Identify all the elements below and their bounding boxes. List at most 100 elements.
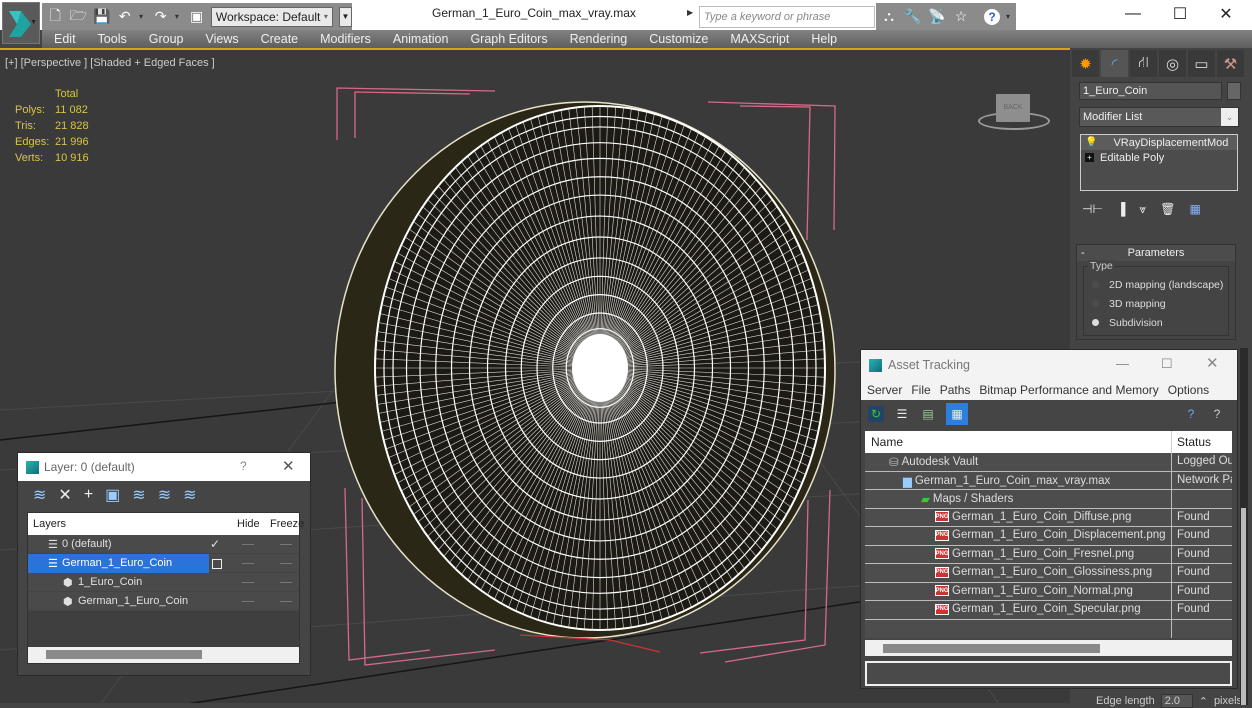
asset-row[interactable]: PNG German_1_Euro_Coin_Normal.png Found [865,582,1232,601]
key-icon[interactable]: 🔧 [904,8,922,26]
minimize-button[interactable]: — [1110,0,1156,28]
menu-maxscript[interactable]: MAXScript [730,32,789,46]
hide-toggle[interactable] [242,582,254,583]
hide-toggle[interactable] [242,544,254,545]
stack-item-vray-displacement[interactable]: 💡 VRayDisplacementMod [1081,135,1237,150]
stack-item-editable-poly[interactable]: + Editable Poly [1081,150,1237,165]
redo-dropdown-icon[interactable]: ▾ [175,12,182,21]
highlight-layer-icon[interactable]: ≋ [132,485,145,505]
horizontal-scrollbar[interactable] [865,640,1232,656]
tree-view-icon[interactable]: ▤ [920,406,936,422]
open-folder-icon[interactable]: 🗁 [70,7,87,26]
app-menu-button[interactable]: ▼ [2,2,40,44]
menu-views[interactable]: Views [205,32,238,46]
viewcube[interactable]: BACK [978,90,1050,130]
column-name[interactable]: Name [871,435,903,449]
list-view-icon[interactable]: ☰ [894,406,910,422]
undo-dropdown-icon[interactable]: ▾ [139,12,146,21]
star-icon[interactable]: ☆ [952,8,970,26]
menu-create[interactable]: Create [261,32,299,46]
menu-options[interactable]: Options [1168,383,1209,397]
command-panel-scrollbar[interactable] [1240,348,1248,705]
column-status[interactable]: Status [1177,435,1211,449]
new-file-icon[interactable]: 🗋 [47,7,64,26]
maximize-button[interactable]: ☐ [1161,356,1173,372]
current-layer-checkbox[interactable] [212,559,222,569]
tab-create[interactable]: ✹ [1072,50,1099,77]
tab-motion[interactable]: ◎ [1159,50,1186,77]
radio-subdivision[interactable]: Subdivision [1084,313,1228,332]
delete-layer-icon[interactable]: ✕ [58,485,71,505]
asset-row[interactable]: PNG German_1_Euro_Coin_Displacement.png Fo… [865,527,1232,546]
context-help-icon[interactable]: ? [1209,406,1225,422]
search-input[interactable]: Type a keyword or phrase [699,6,875,28]
object-row[interactable]: ⬢ German_1_Euro_Coin [28,592,299,611]
radio-3d-mapping[interactable]: 3D mapping [1084,294,1228,313]
table-view-icon[interactable]: ▦ [946,403,968,425]
parameters-rollout-header[interactable]: - Parameters [1077,245,1235,261]
minimize-button[interactable]: — [1116,356,1129,371]
project-folder-icon[interactable]: ▣ [188,8,205,26]
modifier-list-dropdown[interactable]: Modifier List ⌄ [1079,107,1239,127]
undo-icon[interactable]: ↶ [116,8,133,26]
qat-customize-button[interactable]: ▼ [338,6,352,27]
show-end-result-icon[interactable]: ▐ [1117,202,1126,216]
close-button[interactable]: ✕ [1203,0,1249,28]
expand-plus-icon[interactable]: + [1085,153,1094,162]
viewcube-face[interactable]: BACK [996,94,1030,122]
menu-file[interactable]: File [911,383,930,397]
tab-modify[interactable]: ◜ [1101,50,1128,77]
object-row[interactable]: ⬢ 1_Euro_Coin [28,573,299,592]
freeze-toggle[interactable] [280,563,292,564]
object-color-swatch[interactable] [1227,82,1241,100]
close-button[interactable]: ✕ [282,457,295,475]
spinner-icon[interactable]: ⌃ [1199,695,1208,708]
column-hide[interactable]: Hide [237,518,260,530]
menu-paths[interactable]: Paths [940,383,971,397]
menu-group[interactable]: Group [149,32,184,46]
scrollbar-thumb[interactable] [46,650,202,659]
layer-row-selected[interactable]: ☰ German_1_Euro_Coin [28,554,299,573]
asset-row[interactable]: PNG German_1_Euro_Coin_Diffuse.png Found [865,508,1232,527]
close-button[interactable]: ✕ [1206,354,1219,372]
asset-row[interactable]: PNG German_1_Euro_Coin_Fresnel.png Found [865,545,1232,564]
workspace-select[interactable]: Workspace: Default ▾ [210,6,333,27]
freeze-toggle[interactable] [280,601,292,602]
menu-bitmap-performance[interactable]: Bitmap Performance and Memory [979,383,1158,397]
menu-help[interactable]: Help [811,32,837,46]
binoculars-icon[interactable]: ⛬ [880,8,898,26]
asset-row[interactable]: PNG German_1_Euro_Coin_Specular.png Found [865,601,1232,620]
hide-toggle[interactable] [242,601,254,602]
menu-server[interactable]: Server [867,383,902,397]
menu-modifiers[interactable]: Modifiers [320,32,371,46]
edge-length-input[interactable]: 2.0 [1160,694,1193,708]
redo-icon[interactable]: ↷ [152,8,169,26]
menu-customize[interactable]: Customize [649,32,708,46]
tab-utilities[interactable]: ⚒ [1217,50,1244,77]
pin-stack-icon[interactable]: ⊣⊢ [1082,202,1103,216]
menu-tools[interactable]: Tools [98,32,127,46]
asset-row[interactable]: ▆ German_1_Euro_Coin_max_vray.max Network … [865,471,1232,490]
viewport-label[interactable]: [+] [Perspective ] [Shaded + Edged Faces… [5,57,215,69]
new-layer-icon[interactable]: ≋ [33,485,46,505]
asset-tracking-titlebar[interactable]: Asset Tracking — ☐ ✕ [861,350,1237,380]
tab-hierarchy[interactable]: ⛙ [1130,50,1157,77]
configure-sets-icon[interactable]: ▦ [1189,202,1200,216]
help-icon[interactable]: ? [1183,406,1199,422]
asset-row[interactable]: PNG German_1_Euro_Coin_Glossiness.png Foun… [865,564,1232,583]
radio-2d-mapping[interactable]: 2D mapping (landscape) [1084,275,1228,294]
current-layer-check-icon[interactable]: ✓ [210,537,220,551]
freeze-all-layers-icon[interactable]: ≋ [183,485,196,505]
scrollbar-thumb[interactable] [1241,508,1246,705]
column-layers[interactable]: Layers [33,518,66,530]
select-objects-icon[interactable]: ▣ [105,485,120,505]
menu-rendering[interactable]: Rendering [570,32,628,46]
add-to-layer-icon[interactable]: + [84,486,93,504]
hide-toggle[interactable] [242,563,254,564]
maximize-button[interactable]: ☐ [1157,0,1203,28]
asset-path-field[interactable] [865,661,1232,686]
refresh-icon[interactable]: ↻ [868,406,884,422]
menu-animation[interactable]: Animation [393,32,449,46]
menu-graph-editors[interactable]: Graph Editors [470,32,547,46]
search-expand-icon[interactable]: ▶ [687,8,697,24]
